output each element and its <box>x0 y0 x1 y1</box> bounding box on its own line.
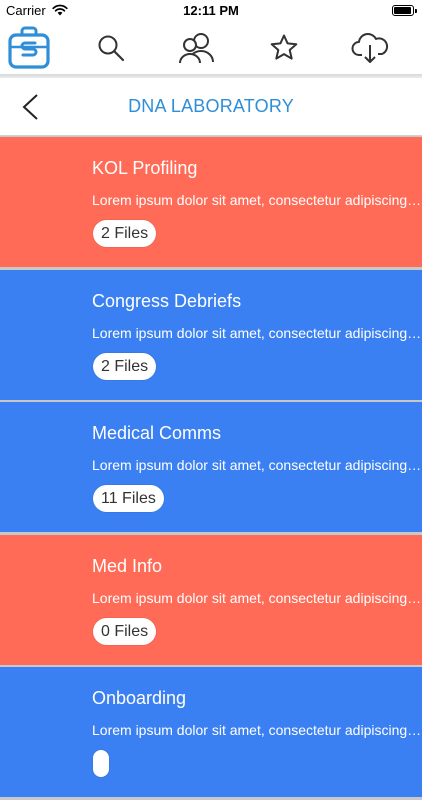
battery-icon <box>392 5 417 16</box>
card-description: Lorem ipsum dolor sit amet, consectetur … <box>92 722 422 738</box>
people-icon[interactable] <box>175 26 219 70</box>
navigation-bar: DNA LABORATORY <box>0 78 422 136</box>
card-description: Lorem ipsum dolor sit amet, consectetur … <box>92 589 422 606</box>
category-list: KOL Profiling Lorem ipsum dolor sit amet,… <box>0 137 422 800</box>
files-count-badge: 11 Files <box>93 485 164 512</box>
category-card[interactable]: Congress Debriefs Lorem ipsum dolor sit a… <box>0 269 422 400</box>
status-bar: Carrier 12:11 PM <box>0 0 422 22</box>
category-card[interactable]: Med Info Lorem ipsum dolor sit amet, cons… <box>0 534 422 665</box>
files-count-badge: 0 Files <box>93 617 157 645</box>
briefcase-logo-icon[interactable] <box>7 26 51 70</box>
card-title: Onboarding <box>92 688 187 708</box>
card-title: Med Info <box>92 555 163 576</box>
card-title: Congress Debriefs <box>92 290 242 311</box>
category-card[interactable]: Onboarding Lorem ipsum dolor sit amet, co… <box>0 667 422 797</box>
category-card[interactable]: Medical Comms Lorem ipsum dolor sit amet,… <box>0 402 422 532</box>
battery-level <box>394 7 412 14</box>
top-toolbar <box>0 22 422 74</box>
card-description: Lorem ipsum dolor sit amet, consectetur … <box>92 192 422 208</box>
card-title: Medical Comms <box>92 423 222 443</box>
cloud-download-icon[interactable] <box>348 26 392 70</box>
page-title: DNA LABORATORY <box>128 96 294 116</box>
card-description: Lorem ipsum dolor sit amet, consectetur … <box>92 324 422 341</box>
files-count-badge: 2 Files <box>93 220 157 247</box>
card-description: Lorem ipsum dolor sit amet, consectetur … <box>92 457 422 473</box>
files-count-badge <box>93 750 109 777</box>
files-count-badge: 2 Files <box>93 352 157 380</box>
card-title: KOL Profiling <box>92 158 198 178</box>
star-icon[interactable] <box>262 26 306 70</box>
clock: 12:11 PM <box>183 3 239 18</box>
category-card[interactable]: KOL Profiling Lorem ipsum dolor sit amet,… <box>0 137 422 267</box>
search-icon[interactable] <box>89 26 133 70</box>
